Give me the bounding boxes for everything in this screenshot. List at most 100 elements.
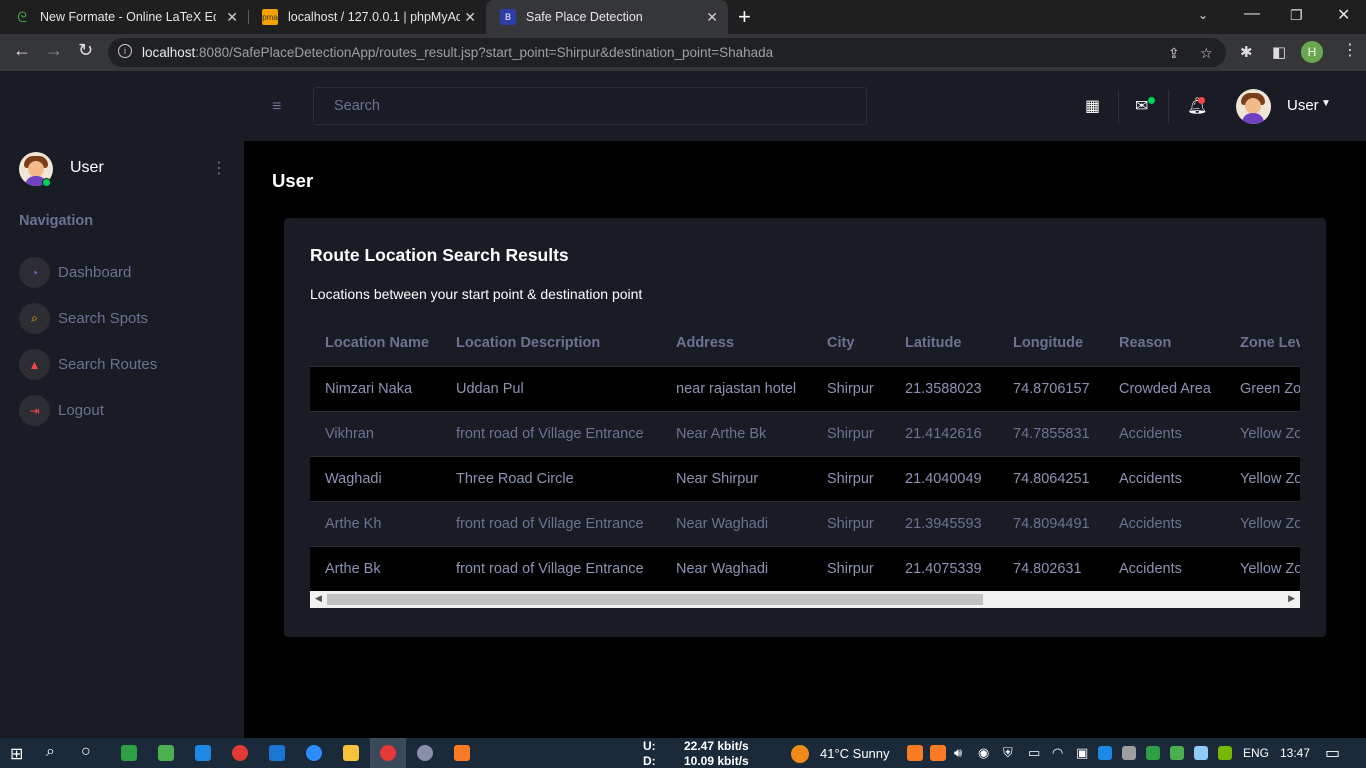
scroll-left-icon[interactable]: ◀ (315, 593, 322, 604)
table-row: Arthe Kh front road of Village Entrance Ne… (310, 500, 1300, 546)
net-up-label: U: (643, 739, 656, 753)
back-icon[interactable]: ← (13, 40, 31, 61)
extensions-icon[interactable]: ✱ (1240, 43, 1253, 61)
minimize-icon[interactable]: — (1244, 5, 1260, 23)
tray-app-icon[interactable] (1170, 746, 1184, 760)
xampp-tray-icon[interactable] (930, 745, 946, 761)
volume-icon[interactable]: 🔊︎ (954, 745, 962, 761)
search-input[interactable] (313, 87, 867, 125)
search-icon[interactable]: ⌕ (46, 743, 55, 761)
browser-profile-avatar[interactable]: H (1301, 41, 1323, 63)
tray-app-icon[interactable] (1194, 746, 1208, 760)
nvidia-icon[interactable] (1218, 746, 1232, 760)
table-cell: Near Shirpur (661, 455, 812, 501)
notification-center-icon[interactable]: ▭ (1325, 743, 1340, 763)
table-cell: Near Waghadi (661, 500, 812, 546)
vscode-icon[interactable] (269, 745, 285, 761)
sidebar-item-dashboard[interactable]: ◔ Dashboard (19, 257, 131, 288)
apps-grid-icon[interactable]: ▦ (1085, 96, 1100, 116)
browser-tab-phpmyadmin[interactable]: pma localhost / 127.0.0.1 | phpMyAdm ✕ (248, 0, 486, 34)
app-icon[interactable] (121, 745, 137, 761)
camera-icon[interactable]: ▣ (1076, 745, 1088, 761)
table-cell: Near Arthe Bk (661, 410, 812, 456)
sidebar-item-logout[interactable]: ⇥ Logout (19, 395, 104, 426)
site-info-icon[interactable]: i (118, 44, 132, 58)
xampp-icon[interactable] (454, 745, 470, 761)
tray-app-icon[interactable] (1122, 746, 1136, 760)
cortana-icon[interactable]: ○ (81, 743, 91, 761)
browser-tab-active[interactable]: B Safe Place Detection ✕ (486, 0, 728, 34)
browser-tab-overleaf[interactable]: ᘓ New Formate - Online LaTeX Edit ✕ (0, 0, 248, 34)
new-tab-icon[interactable]: + (738, 4, 751, 30)
table-cell: Accidents (1104, 455, 1225, 501)
bookmark-star-icon[interactable]: ☆ (1200, 45, 1213, 62)
language-indicator[interactable]: ENG (1243, 746, 1269, 760)
profile-options-icon[interactable]: ⋮ (211, 158, 227, 178)
table-cell: 21.4075339 (890, 545, 998, 591)
chevron-down-icon[interactable]: ▼ (1321, 98, 1331, 109)
horizontal-scrollbar[interactable]: ◀ ▶ (310, 591, 1300, 608)
close-window-icon[interactable]: ✕ (1337, 5, 1350, 25)
settings-gear-icon[interactable] (417, 745, 433, 761)
share-icon[interactable]: ⇪ (1168, 45, 1180, 62)
url-field[interactable]: i localhost:8080/SafePlaceDetectionApp/r… (108, 38, 1226, 67)
restore-icon[interactable]: ❐ (1290, 7, 1303, 24)
table-cell: Yellow Zone (1225, 455, 1300, 501)
table-cell: Crowded Area (1104, 365, 1225, 411)
notification-badge (1198, 97, 1205, 104)
side-panel-icon[interactable]: ◧ (1272, 43, 1286, 61)
wifi-icon[interactable]: ◠ (1052, 745, 1063, 761)
table-cell: Nimzari Naka (310, 365, 441, 411)
top-avatar[interactable] (1236, 89, 1271, 124)
table-cell: Shirpur (812, 410, 890, 456)
file-explorer-icon[interactable] (343, 745, 359, 761)
scrollbar-thumb[interactable] (327, 594, 983, 605)
mail-app-icon[interactable] (195, 745, 211, 761)
divider (1168, 90, 1169, 124)
sidebar-item-search-spots[interactable]: ⌕ Search Spots (19, 303, 148, 334)
tab-label: New Formate - Online LaTeX Edit (40, 10, 216, 24)
top-username[interactable]: User (1287, 97, 1319, 114)
sidebar-item-search-routes[interactable]: ▲ Search Routes (19, 349, 157, 380)
table-cell: Vikhran (310, 410, 441, 456)
sidebar-item-label: Logout (58, 402, 104, 419)
sidebar-item-label: Dashboard (58, 264, 132, 281)
net-down-label: D: (643, 754, 656, 768)
column-header: Zone Level (1225, 320, 1300, 367)
table-cell: Arthe Kh (310, 500, 441, 546)
results-table-wrapper[interactable]: Location Name Location Description Address… (310, 320, 1300, 591)
tab-search-icon[interactable]: ⌄ (1198, 8, 1208, 22)
tray-app-icon[interactable] (1098, 746, 1112, 760)
windows-start-icon[interactable]: ⊞ (10, 744, 23, 764)
xampp-tray-icon[interactable] (907, 745, 923, 761)
table-cell: front road of Village Entrance (441, 545, 661, 591)
url-text: localhost:8080/SafePlaceDetectionApp/rou… (142, 45, 774, 60)
sun-icon[interactable] (791, 745, 809, 763)
weather-text[interactable]: 41°C Sunny (820, 746, 890, 761)
zoom-icon[interactable] (306, 745, 322, 761)
forward-icon[interactable]: → (45, 40, 63, 61)
card-title: Route Location Search Results (310, 245, 569, 265)
tray-icon[interactable]: ◉ (978, 745, 989, 761)
close-tab-icon[interactable]: ✕ (706, 9, 718, 26)
photos-icon[interactable] (158, 745, 174, 761)
table-cell: Arthe Bk (310, 545, 441, 591)
security-icon[interactable]: ⛨ (1003, 745, 1013, 761)
clock[interactable]: 13:47 (1280, 746, 1310, 760)
table-cell: Near Waghadi (661, 545, 812, 591)
browser-menu-icon[interactable]: ⋮ (1342, 40, 1358, 60)
mail-icon[interactable]: ✉ (1135, 96, 1148, 116)
close-tab-icon[interactable]: ✕ (464, 9, 476, 26)
chrome-active-icon[interactable] (380, 745, 396, 761)
chrome-icon[interactable] (232, 745, 248, 761)
menu-toggle-icon[interactable]: ≡ (272, 98, 281, 116)
sidebar-item-label: Search Routes (58, 356, 158, 373)
scroll-right-icon[interactable]: ▶ (1288, 593, 1295, 604)
tray-app-icon[interactable] (1146, 746, 1160, 760)
close-tab-icon[interactable]: ✕ (226, 9, 238, 26)
column-header: Location Name (310, 320, 441, 367)
table-cell: 74.8064251 (998, 455, 1104, 501)
table-cell: Shirpur (812, 455, 890, 501)
battery-icon[interactable]: ▭ (1028, 745, 1040, 761)
reload-icon[interactable]: ↻ (78, 40, 93, 61)
